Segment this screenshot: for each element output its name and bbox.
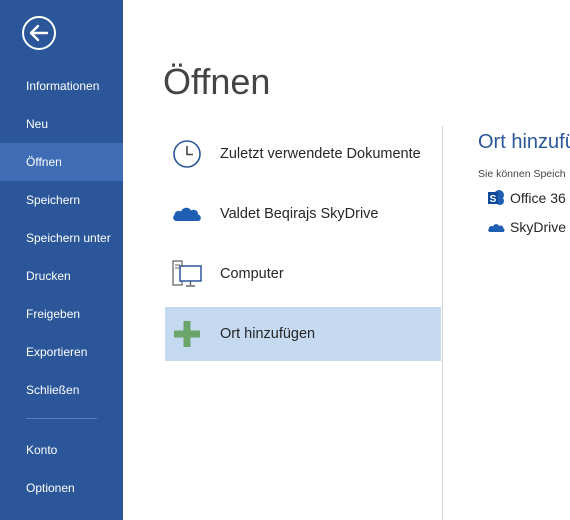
place-computer[interactable]: Computer	[165, 247, 441, 301]
place-label: Computer	[220, 266, 284, 282]
place-recent-documents[interactable]: Zuletzt verwendete Dokumente	[165, 127, 441, 181]
nav-item-speichern[interactable]: Speichern	[0, 181, 123, 219]
back-button[interactable]	[21, 15, 57, 51]
skydrive-icon	[488, 224, 505, 232]
nav-item-konto[interactable]: Konto	[0, 431, 123, 469]
place-add-location[interactable]: Ort hinzufügen	[165, 307, 441, 361]
service-label: SkyDrive	[510, 219, 567, 235]
page-title: Öffnen	[163, 61, 271, 102]
computer-icon	[172, 260, 202, 287]
plus-icon	[174, 321, 200, 347]
service-label: Office 36	[510, 190, 566, 206]
add-location-title: Ort hinzufü	[478, 131, 570, 153]
place-label: Zuletzt verwendete Dokumente	[220, 146, 421, 162]
nav-item-optionen[interactable]: Optionen	[0, 469, 123, 507]
back-arrow-icon	[22, 16, 56, 50]
nav-item-informationen[interactable]: Informationen	[0, 67, 123, 105]
backstage-sidebar: Informationen Neu Öffnen Speichern Speic…	[0, 0, 123, 520]
place-label: Valdet Beqirajs SkyDrive	[220, 206, 379, 222]
nav-item-schliessen[interactable]: Schließen	[0, 371, 123, 409]
nav-item-speichern-unter[interactable]: Speichern unter	[0, 219, 123, 257]
sidebar-divider	[26, 418, 97, 419]
place-label: Ort hinzufügen	[220, 326, 316, 342]
nav-item-neu[interactable]: Neu	[0, 105, 123, 143]
service-skydrive[interactable]: SkyDrive	[487, 216, 570, 238]
clock-icon	[173, 140, 201, 168]
service-office365[interactable]: S Office 36	[487, 187, 570, 209]
cloud-icon	[173, 207, 201, 221]
svg-text:S: S	[490, 194, 497, 205]
add-location-description: Sie können Speich	[478, 168, 566, 180]
place-skydrive[interactable]: Valdet Beqirajs SkyDrive	[165, 187, 441, 241]
nav-item-drucken[interactable]: Drucken	[0, 257, 123, 295]
nav-item-oeffnen[interactable]: Öffnen	[0, 143, 123, 181]
sharepoint-icon: S	[488, 190, 504, 205]
nav-item-freigeben[interactable]: Freigeben	[0, 295, 123, 333]
panel-divider	[442, 126, 443, 520]
nav-item-exportieren[interactable]: Exportieren	[0, 333, 123, 371]
